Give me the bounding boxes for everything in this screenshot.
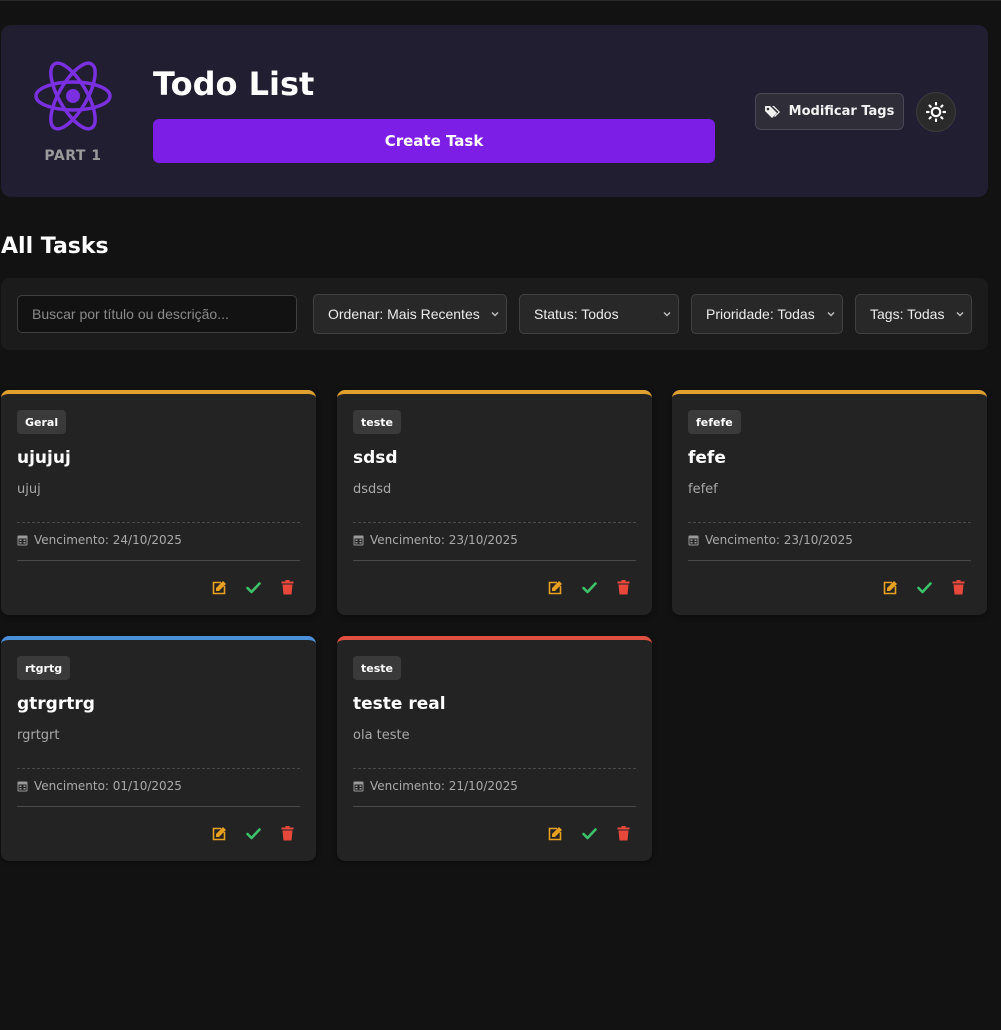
- divider: [17, 768, 300, 769]
- calendar-icon: [688, 535, 699, 546]
- task-card: teste sdsd dsdsd Vencimento: 23/10/2025: [337, 390, 652, 615]
- chevron-down-icon: [663, 311, 671, 317]
- delete-icon[interactable]: [278, 824, 296, 842]
- divider: [353, 522, 636, 523]
- calendar-icon: [17, 781, 28, 792]
- sort-select-value: Ordenar: Mais Recentes: [328, 306, 480, 322]
- calendar-icon: [353, 535, 364, 546]
- complete-icon[interactable]: [580, 824, 598, 842]
- task-description: dsdsd: [353, 482, 392, 497]
- delete-icon[interactable]: [278, 578, 296, 596]
- modify-tags-label: Modificar Tags: [788, 104, 895, 119]
- task-due-date: Vencimento: 23/10/2025: [688, 533, 853, 547]
- complete-icon[interactable]: [580, 578, 598, 596]
- task-title: fefe: [688, 448, 726, 468]
- task-title: ujujuj: [17, 448, 71, 468]
- delete-icon[interactable]: [614, 578, 632, 596]
- chevron-down-icon: [956, 311, 964, 317]
- edit-icon[interactable]: [881, 578, 899, 596]
- task-actions: [210, 824, 296, 842]
- task-due-text: Vencimento: 24/10/2025: [34, 533, 182, 547]
- filter-bar: Ordenar: Mais Recentes Status: Todos Pri…: [1, 278, 988, 350]
- complete-icon[interactable]: [244, 578, 262, 596]
- tags-select[interactable]: Tags: Todas: [855, 294, 972, 334]
- task-actions: [546, 824, 632, 842]
- calendar-icon: [17, 535, 28, 546]
- edit-icon[interactable]: [546, 824, 564, 842]
- task-actions: [210, 578, 296, 596]
- logo-label: PART 1: [44, 148, 102, 164]
- task-description: fefef: [688, 482, 718, 497]
- section-title: All Tasks: [1, 234, 109, 259]
- task-card: fefefe fefe fefef Vencimento: 23/10/2025: [672, 390, 987, 615]
- task-actions: [546, 578, 632, 596]
- chevron-down-icon: [491, 311, 499, 317]
- sun-icon: [926, 102, 946, 122]
- top-border: [0, 0, 1001, 1]
- divider: [353, 768, 636, 769]
- edit-icon[interactable]: [210, 578, 228, 596]
- delete-icon[interactable]: [949, 578, 967, 596]
- task-due-text: Vencimento: 23/10/2025: [705, 533, 853, 547]
- task-due-date: Vencimento: 23/10/2025: [353, 533, 518, 547]
- task-tag: fefefe: [688, 410, 741, 434]
- complete-icon[interactable]: [244, 824, 262, 842]
- react-atom-icon: [33, 60, 113, 132]
- task-description: ola teste: [353, 728, 410, 743]
- priority-select[interactable]: Prioridade: Todas: [691, 294, 843, 334]
- task-description: ujuj: [17, 482, 41, 497]
- task-title: sdsd: [353, 448, 398, 468]
- edit-icon[interactable]: [210, 824, 228, 842]
- complete-icon[interactable]: [915, 578, 933, 596]
- task-due-text: Vencimento: 01/10/2025: [34, 779, 182, 793]
- page-title: Todo List: [153, 65, 315, 103]
- create-task-button[interactable]: Create Task: [153, 119, 715, 163]
- task-tag: teste: [353, 656, 401, 680]
- divider: [17, 522, 300, 523]
- edit-icon[interactable]: [546, 578, 564, 596]
- task-card: Geral ujujuj ujuj Vencimento: 24/10/2025: [1, 390, 316, 615]
- task-tag: Geral: [17, 410, 67, 434]
- task-tag: rtgrtg: [17, 656, 71, 680]
- task-due-date: Vencimento: 01/10/2025: [17, 779, 182, 793]
- divider: [17, 806, 300, 807]
- task-description: rgrtgrt: [17, 728, 60, 743]
- priority-select-value: Prioridade: Todas: [706, 306, 815, 322]
- task-tag: teste: [353, 410, 401, 434]
- task-due-text: Vencimento: 23/10/2025: [370, 533, 518, 547]
- divider: [353, 806, 636, 807]
- divider: [353, 560, 636, 561]
- calendar-icon: [353, 781, 364, 792]
- status-select[interactable]: Status: Todos: [519, 294, 679, 334]
- divider: [688, 560, 971, 561]
- delete-icon[interactable]: [614, 824, 632, 842]
- task-title: teste real: [353, 694, 446, 714]
- divider: [17, 560, 300, 561]
- divider: [688, 522, 971, 523]
- modify-tags-button[interactable]: Modificar Tags: [755, 93, 904, 130]
- task-due-date: Vencimento: 24/10/2025: [17, 533, 182, 547]
- task-card: teste teste real ola teste Vencimento: 2…: [337, 636, 652, 861]
- app-header: PART 1 Todo List Create Task Modificar T…: [1, 25, 988, 197]
- task-actions: [881, 578, 967, 596]
- sort-select[interactable]: Ordenar: Mais Recentes: [313, 294, 507, 334]
- chevron-down-icon: [827, 311, 835, 317]
- tags-select-value: Tags: Todas: [870, 306, 945, 322]
- task-due-text: Vencimento: 21/10/2025: [370, 779, 518, 793]
- task-title: gtrgrtrg: [17, 694, 95, 714]
- search-input[interactable]: [17, 295, 297, 333]
- tags-icon: [764, 105, 780, 118]
- task-due-date: Vencimento: 21/10/2025: [353, 779, 518, 793]
- task-card: rtgrtg gtrgrtrg rgrtgrt Vencimento: 01/1…: [1, 636, 316, 861]
- theme-toggle-button[interactable]: [916, 92, 956, 132]
- status-select-value: Status: Todos: [534, 306, 619, 322]
